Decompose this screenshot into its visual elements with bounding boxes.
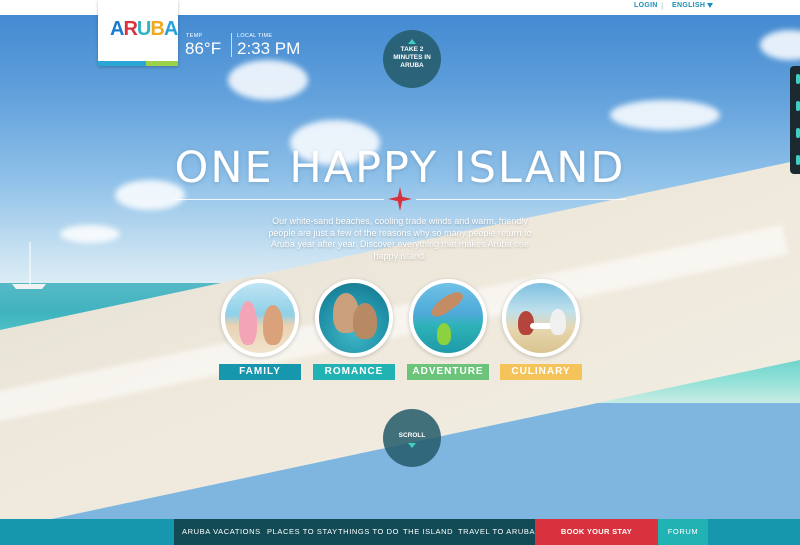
photo-figure — [239, 301, 257, 345]
adventure-photo — [409, 279, 487, 357]
cloud — [228, 60, 308, 100]
topbar-separator: | — [661, 2, 664, 10]
category-culinary[interactable]: CULINARY — [500, 279, 582, 380]
video-button-line: ARUBA — [400, 62, 424, 69]
star-icon — [388, 187, 412, 211]
nav-places-to-stay[interactable]: PLACES TO STAY — [267, 519, 338, 545]
social-share-tab[interactable] — [790, 66, 800, 174]
book-your-stay-button[interactable]: BOOK YOUR STAY — [535, 519, 658, 545]
category-adventure[interactable]: ADVENTURE — [407, 279, 489, 380]
language-label: ENGLISH — [672, 2, 706, 9]
photo-figure — [428, 287, 466, 321]
page-headline: ONE HAPPY ISLAND — [174, 143, 626, 193]
category-label: ADVENTURE — [407, 364, 489, 380]
category-romance[interactable]: ROMANCE — [313, 279, 395, 380]
logo-letter: U — [136, 18, 151, 40]
headline-rule-left — [174, 199, 384, 200]
cloud — [610, 100, 720, 130]
temp-value: 86°F — [185, 39, 222, 58]
category-label: FAMILY — [219, 364, 301, 380]
logo-letter: A — [110, 18, 124, 40]
logo-wordmark: ARUBA — [110, 18, 178, 41]
bottom-navigation: ARUBA VACATIONS PLACES TO STAY THINGS TO… — [0, 519, 800, 545]
video-button-line: TAKE 2 — [400, 46, 424, 53]
weather-divider — [231, 33, 232, 57]
logo-letter: B — [150, 18, 164, 40]
login-link[interactable]: LOGIN — [634, 2, 658, 9]
nav-aruba-vacations[interactable]: ARUBA VACATIONS — [182, 519, 261, 545]
local-time-value: 2:33 PM — [237, 39, 301, 58]
romance-photo — [315, 279, 393, 357]
culinary-photo — [502, 279, 580, 357]
photo-figure — [550, 309, 566, 335]
aruba-logo[interactable]: ARUBA — [98, 0, 178, 66]
photo-table — [530, 323, 552, 329]
chevron-down-icon — [408, 443, 416, 448]
headline-rule-right — [416, 199, 626, 200]
share-icon — [796, 101, 800, 111]
video-play-button[interactable]: TAKE 2 MINUTES IN ARUBA — [383, 30, 441, 88]
scroll-label: SCROLL — [398, 432, 426, 439]
share-icon — [796, 128, 800, 138]
category-family[interactable]: FAMILY — [219, 279, 301, 380]
photo-figure — [437, 323, 451, 345]
category-label: CULINARY — [500, 364, 582, 380]
sailboat-icon — [12, 242, 46, 289]
chevron-down-icon — [707, 2, 714, 8]
video-button-line: MINUTES IN — [393, 54, 431, 61]
share-icon — [796, 74, 800, 84]
logo-stripe — [98, 61, 178, 66]
category-label: ROMANCE — [313, 364, 395, 380]
forum-button[interactable]: FORUM — [658, 519, 708, 545]
nav-travel-to-aruba[interactable]: TRAVEL TO ARUBA — [458, 519, 535, 545]
nav-the-island[interactable]: THE ISLAND — [403, 519, 453, 545]
family-photo — [221, 279, 299, 357]
scroll-button[interactable]: SCROLL — [383, 409, 441, 467]
logo-letter: A — [163, 18, 178, 40]
nav-things-to-do[interactable]: THINGS TO DO — [338, 519, 399, 545]
play-triangle-icon — [408, 39, 416, 44]
logo-letter: R — [123, 18, 137, 40]
share-icon — [796, 155, 800, 165]
cloud — [60, 225, 120, 243]
language-selector[interactable]: ENGLISH — [672, 2, 714, 9]
photo-figure — [353, 303, 377, 339]
photo-figure — [263, 305, 283, 345]
intro-text: Our white-sand beaches, cooling trade wi… — [268, 216, 532, 261]
